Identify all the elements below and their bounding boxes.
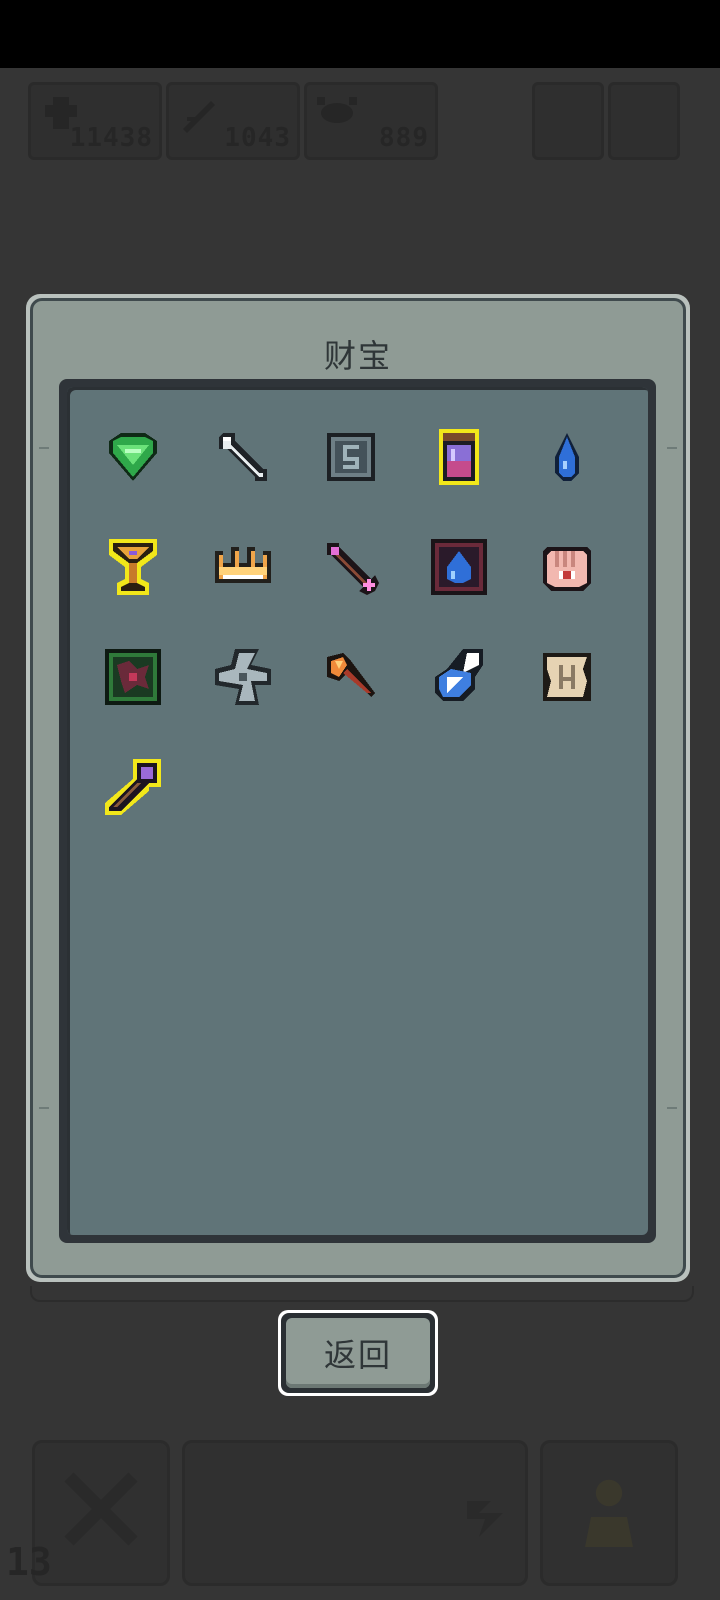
ancient-map-scroll-icon: [543, 653, 591, 701]
golden-chalice-icon: [109, 539, 157, 595]
treasure-slot[interactable]: [419, 527, 499, 607]
dialog-shadow: [30, 1286, 694, 1302]
golden-crown-claw-icon: [215, 547, 271, 583]
emerald-heart-gem-icon: [109, 433, 157, 481]
treasure-dialog: 财宝: [26, 294, 690, 1282]
eye-palm-hand-icon: [543, 547, 591, 591]
hud-sword-counter[interactable]: 1043: [166, 82, 300, 160]
stone-rune-tablet-icon: [327, 433, 375, 481]
hud-crab-counter[interactable]: 889: [304, 82, 438, 160]
purple-hammer-icon: [105, 759, 161, 815]
status-bar: [0, 0, 720, 68]
crab-icon: [317, 97, 357, 123]
hud-settings-button[interactable]: [608, 82, 680, 160]
dialog-title: 财宝: [323, 337, 392, 375]
hero-silhouette-icon: [585, 1479, 633, 1547]
treasure-slot[interactable]: [419, 417, 499, 497]
treasure-grid: [67, 387, 648, 1235]
blue-water-drop-icon: [555, 433, 579, 481]
bone-icon: [219, 433, 267, 481]
treasure-slot[interactable]: [203, 527, 283, 607]
back-button-label: 返回: [286, 1318, 430, 1388]
treasure-slot[interactable]: [527, 527, 607, 607]
level-number: 13: [6, 1540, 52, 1584]
treasure-slot[interactable]: [93, 417, 173, 497]
steel-shuriken-icon: [215, 649, 271, 705]
hud-menu-button[interactable]: [532, 82, 604, 160]
swap-arrow-icon: [467, 1501, 503, 1537]
hud-attack-counter[interactable]: 11438: [28, 82, 162, 160]
crab-count: 889: [379, 123, 429, 153]
treasure-slot[interactable]: [527, 417, 607, 497]
treasure-slot[interactable]: [419, 637, 499, 717]
bottom-slot-left[interactable]: [32, 1440, 170, 1586]
crossed-swords-icon: [64, 1472, 138, 1546]
sword-count: 1043: [224, 123, 291, 153]
treasure-slot[interactable]: [203, 637, 283, 717]
back-button[interactable]: 返回: [278, 1310, 438, 1396]
treasure-slot[interactable]: [311, 527, 391, 607]
treasure-slot[interactable]: [311, 417, 391, 497]
green-vine-tome-icon: [105, 649, 161, 705]
sword-icon: [183, 101, 215, 133]
attack-count: 11438: [69, 123, 153, 153]
pink-arrow-icon: [327, 543, 379, 595]
winged-blue-charm-icon: [435, 649, 483, 701]
treasure-slot[interactable]: [93, 527, 173, 607]
purple-potion-jar-icon: [439, 429, 479, 485]
treasure-slot[interactable]: [93, 747, 173, 827]
water-drop-tome-icon: [431, 539, 487, 595]
treasure-slot[interactable]: [527, 637, 607, 717]
treasure-grid-panel: [59, 379, 656, 1243]
bottom-slot-center[interactable]: [182, 1440, 528, 1586]
treasure-slot[interactable]: [311, 637, 391, 717]
treasure-slot[interactable]: [203, 417, 283, 497]
bottom-slot-right[interactable]: [540, 1440, 678, 1586]
dialog-frame: 财宝: [30, 298, 686, 1278]
treasure-slot[interactable]: [93, 637, 173, 717]
fire-axe-icon: [327, 653, 375, 697]
